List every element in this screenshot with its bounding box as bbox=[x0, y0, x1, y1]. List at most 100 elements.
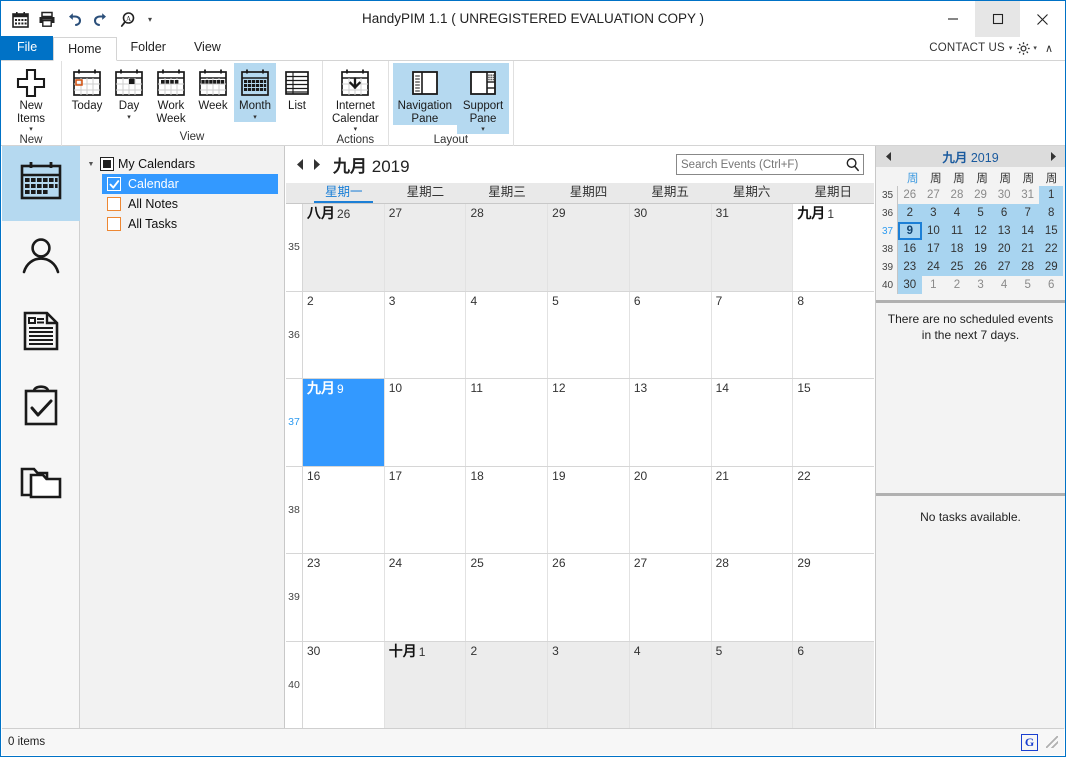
mini-day-cell[interactable]: 18 bbox=[945, 240, 969, 258]
sidebar-item-folders[interactable] bbox=[2, 446, 80, 521]
tab-view[interactable]: View bbox=[180, 36, 235, 60]
day-cell[interactable]: 6 bbox=[629, 291, 712, 378]
mini-day-cell[interactable]: 19 bbox=[968, 240, 993, 258]
find-icon[interactable]: A bbox=[116, 7, 140, 31]
day-cell[interactable]: 28 bbox=[711, 554, 794, 641]
mini-day-cell[interactable]: 22 bbox=[1039, 240, 1064, 258]
resize-grip-icon[interactable] bbox=[1046, 736, 1058, 748]
list-button[interactable]: List bbox=[276, 63, 318, 113]
mini-day-cell[interactable]: 4 bbox=[945, 204, 969, 222]
day-cell[interactable]: 29 bbox=[793, 554, 875, 641]
mini-next-month-icon[interactable] bbox=[1045, 148, 1061, 166]
week-button[interactable]: Week bbox=[192, 63, 234, 113]
mini-day-cell[interactable]: 24 bbox=[921, 258, 946, 276]
mini-day-cell[interactable]: 28 bbox=[1015, 258, 1040, 276]
contact-us-caret-icon[interactable]: ▾ bbox=[1009, 44, 1013, 52]
nav-item-all-tasks[interactable]: All Tasks bbox=[102, 214, 278, 234]
redo-icon[interactable] bbox=[89, 7, 113, 31]
collapse-ribbon-icon[interactable]: ∧ bbox=[1041, 42, 1057, 55]
day-button[interactable]: Day ▾ bbox=[108, 63, 150, 122]
next-month-icon[interactable] bbox=[308, 154, 325, 176]
dow-tuesday[interactable]: 星期二 bbox=[385, 183, 467, 203]
day-cell[interactable]: 13 bbox=[629, 379, 712, 466]
mini-day-cell[interactable]: 6 bbox=[992, 204, 1016, 222]
minimize-icon[interactable] bbox=[930, 1, 975, 37]
dow-friday[interactable]: 星期五 bbox=[629, 183, 711, 203]
mini-week-number[interactable]: 35 bbox=[878, 186, 898, 204]
day-cell[interactable]: 九月 9 bbox=[303, 379, 385, 466]
day-cell[interactable]: 22 bbox=[793, 466, 875, 553]
day-cell[interactable]: 24 bbox=[384, 554, 467, 641]
dow-monday[interactable]: 星期一 bbox=[303, 183, 385, 203]
tab-file[interactable]: File bbox=[1, 36, 54, 60]
day-cell[interactable]: 29 bbox=[548, 204, 630, 291]
mini-day-cell[interactable]: 2 bbox=[898, 204, 922, 222]
day-cell[interactable]: 14 bbox=[711, 379, 794, 466]
tab-home[interactable]: Home bbox=[53, 37, 117, 61]
gear-caret-icon[interactable]: ▾ bbox=[1033, 44, 1037, 52]
mini-day-cell[interactable]: 27 bbox=[992, 258, 1016, 276]
day-cell[interactable]: 30 bbox=[303, 641, 385, 728]
day-cell[interactable]: 2 bbox=[303, 291, 385, 378]
sidebar-item-contacts[interactable] bbox=[2, 221, 80, 296]
mini-day-cell[interactable]: 1 bbox=[922, 276, 946, 294]
week-number[interactable]: 38 bbox=[286, 466, 303, 553]
mini-day-cell[interactable]: 6 bbox=[1039, 276, 1063, 294]
internet-calendar-dropdown-icon[interactable]: ▾ bbox=[354, 126, 358, 134]
mini-day-cell[interactable]: 13 bbox=[992, 222, 1016, 240]
mini-day-cell[interactable]: 3 bbox=[969, 276, 993, 294]
day-cell[interactable]: 18 bbox=[466, 466, 549, 553]
mini-day-cell[interactable]: 8 bbox=[1039, 204, 1064, 222]
search-events-box[interactable] bbox=[676, 154, 864, 175]
mini-day-cell[interactable]: 30 bbox=[992, 186, 1016, 204]
mini-day-cell[interactable]: 1 bbox=[1039, 186, 1064, 204]
navigation-pane-button[interactable]: Navigation Pane bbox=[392, 63, 458, 125]
day-cell[interactable]: 31 bbox=[711, 204, 794, 291]
mini-day-cell[interactable]: 15 bbox=[1039, 222, 1064, 240]
mini-day-cell[interactable]: 23 bbox=[898, 258, 922, 276]
day-cell[interactable]: 九月 1 bbox=[793, 204, 875, 291]
week-number[interactable]: 37 bbox=[286, 379, 303, 466]
day-cell[interactable]: 2 bbox=[466, 641, 549, 728]
day-cell[interactable]: 12 bbox=[548, 379, 630, 466]
nav-item-all-notes[interactable]: All Notes bbox=[102, 194, 278, 214]
day-cell[interactable]: 5 bbox=[711, 641, 794, 728]
mini-day-cell[interactable]: 20 bbox=[992, 240, 1016, 258]
new-items-dropdown-icon[interactable]: ▾ bbox=[29, 126, 33, 134]
mini-day-cell[interactable]: 26 bbox=[968, 258, 993, 276]
print-icon[interactable] bbox=[35, 7, 59, 31]
work-week-button[interactable]: Work Week bbox=[150, 63, 192, 125]
day-cell[interactable]: 16 bbox=[303, 466, 385, 553]
day-cell[interactable]: 27 bbox=[384, 204, 467, 291]
customize-caret-icon[interactable]: ▾ bbox=[143, 7, 157, 31]
mini-day-cell[interactable]: 31 bbox=[1016, 186, 1040, 204]
prev-month-icon[interactable] bbox=[291, 154, 308, 176]
day-dropdown-icon[interactable]: ▾ bbox=[127, 114, 131, 122]
grammarly-badge-icon[interactable]: G bbox=[1021, 733, 1038, 751]
dow-saturday[interactable]: 星期六 bbox=[711, 183, 793, 203]
mini-prev-month-icon[interactable] bbox=[880, 148, 896, 166]
day-cell[interactable]: 3 bbox=[548, 641, 630, 728]
day-cell[interactable]: 10 bbox=[384, 379, 467, 466]
contact-us-link[interactable]: CONTACT US bbox=[929, 42, 1005, 54]
expand-chevron-icon[interactable]: ▼ bbox=[86, 161, 96, 168]
mini-week-number[interactable]: 40 bbox=[878, 276, 898, 294]
mini-day-cell[interactable]: 4 bbox=[992, 276, 1016, 294]
day-cell[interactable]: 7 bbox=[711, 291, 794, 378]
my-calendars-root[interactable]: ▼ My Calendars bbox=[80, 154, 284, 174]
day-cell[interactable]: 17 bbox=[384, 466, 467, 553]
close-icon[interactable] bbox=[1020, 1, 1065, 37]
nav-item-calendar[interactable]: Calendar bbox=[102, 174, 278, 194]
day-cell[interactable]: 3 bbox=[384, 291, 467, 378]
mini-day-cell[interactable]: 29 bbox=[969, 186, 993, 204]
support-pane-dropdown-icon[interactable]: ▾ bbox=[481, 126, 485, 134]
all-notes-checkbox-icon[interactable] bbox=[107, 197, 121, 211]
mini-day-cell[interactable]: 28 bbox=[945, 186, 969, 204]
day-cell[interactable]: 28 bbox=[466, 204, 549, 291]
all-tasks-checkbox-icon[interactable] bbox=[107, 217, 121, 231]
mini-day-cell[interactable]: 3 bbox=[921, 204, 946, 222]
sidebar-item-calendar[interactable] bbox=[2, 146, 80, 221]
today-button[interactable]: Today bbox=[66, 63, 108, 113]
sidebar-item-tasks[interactable] bbox=[2, 371, 80, 446]
mini-day-cell[interactable]: 25 bbox=[945, 258, 969, 276]
